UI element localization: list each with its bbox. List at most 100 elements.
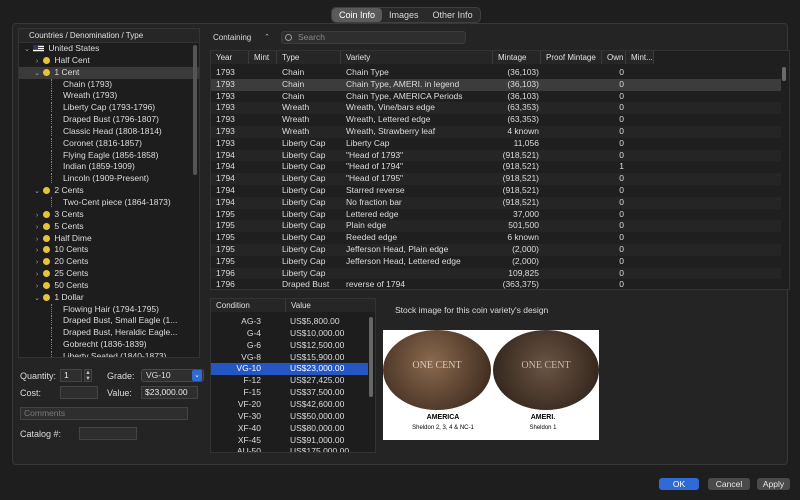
cell-type: Liberty Cap <box>282 220 326 231</box>
cell-mintage: 501,500 <box>508 220 539 231</box>
table-row[interactable]: 1793 Chain Chain Type, AMERI. in legend (36… <box>211 78 781 91</box>
tab-other-info[interactable]: Other Info <box>426 8 480 22</box>
column-header[interactable]: Variety <box>341 51 493 64</box>
table-row[interactable]: 1794 Liberty Cap "Head of 1795" (918,521) 0 <box>211 173 781 185</box>
table-row[interactable]: 1794 Liberty Cap "Head of 1794" (918,521) 1 <box>211 161 781 173</box>
coin-table-scrollbar[interactable] <box>782 67 786 81</box>
tree-item[interactable]: Flowing Hair (1794-1795) <box>19 303 199 316</box>
tree-item[interactable]: › Half Dime <box>19 233 199 245</box>
value-header[interactable]: Value <box>286 299 375 312</box>
table-row[interactable]: 1793 Wreath Wreath, Lettered edge (63,353) 0 <box>211 114 781 126</box>
table-row[interactable]: 1795 Liberty Cap Plain edge 501,500 0 <box>211 220 781 233</box>
column-header[interactable]: Proof Mintage <box>541 51 602 64</box>
table-row[interactable]: 1793 Wreath Wreath, Strawberry leaf 4 known… <box>211 126 781 138</box>
tree-item-label: 2 Cents <box>54 185 84 196</box>
right-coin-text: ONE CENT <box>521 360 571 371</box>
condition-scrollbar[interactable] <box>369 317 373 397</box>
cost-field[interactable] <box>60 386 98 399</box>
column-header[interactable]: Mintage <box>493 51 541 64</box>
condition-row[interactable]: XF-45 US$91,000.00 <box>211 435 368 447</box>
tree-item[interactable]: Gobrecht (1836-1839) <box>19 339 199 351</box>
table-row[interactable]: 1796 Liberty Cap 109,825 0 <box>211 267 781 280</box>
table-row[interactable]: 1793 Wreath Wreath, Vine/bars edge (63,353)… <box>211 102 781 115</box>
tree-item[interactable]: Lincoln (1909-Present) <box>19 173 199 185</box>
tree-item[interactable]: Coronet (1816-1857) <box>19 137 199 150</box>
comments-field[interactable]: Comments <box>20 407 188 420</box>
chevron-down-icon[interactable]: ⌄ <box>192 370 202 381</box>
table-row[interactable]: 1793 Liberty Cap Liberty Cap 11,056 0 <box>211 138 781 150</box>
tree-item[interactable]: ⌄ United States <box>19 43 199 55</box>
tree-item[interactable]: Draped Bust, Heraldic Eagle... <box>19 327 199 339</box>
table-row[interactable]: 1795 Liberty Cap Lettered edge 37,000 0 <box>211 209 781 221</box>
tree-item[interactable]: › 10 Cents <box>19 244 199 256</box>
column-header[interactable]: Mint... <box>626 51 654 64</box>
type-icon <box>51 350 57 357</box>
condition-row[interactable]: AU-50 US$175,000.00 <box>211 446 368 452</box>
tree-item[interactable]: Wreath (1793) <box>19 90 199 102</box>
tree-item[interactable]: ⌄ 2 Cents <box>19 185 199 197</box>
condition-row[interactable]: F-12 US$27,425.00 <box>211 375 368 387</box>
coin-icon <box>43 68 51 76</box>
condition-header[interactable]: Condition <box>211 299 286 312</box>
search-input[interactable]: Search <box>281 31 466 44</box>
tree-item[interactable]: › 25 Cents <box>19 268 199 280</box>
column-header[interactable]: Type <box>277 51 341 64</box>
tree-item-label: 10 Cents <box>54 244 89 255</box>
tree-item[interactable]: ⌄ 1 Cent <box>19 66 199 79</box>
table-row[interactable]: 1793 Chain Chain Type (36,103) 0 <box>211 67 781 79</box>
column-header[interactable]: Mint <box>249 51 277 64</box>
condition-row[interactable]: AG-3 US$5,800.00 <box>211 316 368 328</box>
tree-item[interactable]: Flying Eagle (1856-1858) <box>19 149 199 162</box>
tree-item[interactable]: Liberty Cap (1793-1796) <box>19 102 199 114</box>
tree-item[interactable]: Liberty Seated (1840-1873) <box>19 350 199 357</box>
tree-item[interactable]: ⌄ 1 Dollar <box>19 292 199 304</box>
table-row[interactable]: 1795 Liberty Cap Jefferson Head, Lettered … <box>211 256 781 268</box>
condition-row[interactable]: F-15 US$37,500.00 <box>211 387 368 399</box>
tree-item[interactable]: Draped Bust (1796-1807) <box>19 114 199 126</box>
tree-item[interactable]: › 3 Cents <box>19 209 199 221</box>
table-row[interactable]: 1794 Liberty Cap No fraction bar (918,521) 0 <box>211 196 781 209</box>
tree-item[interactable]: › 5 Cents <box>19 221 199 233</box>
table-row[interactable]: 1795 Liberty Cap Jefferson Head, Plain edg… <box>211 244 781 256</box>
tree-item[interactable]: › Half Cent <box>19 55 199 67</box>
condition-row[interactable]: VF-30 US$50,000.00 <box>211 411 368 423</box>
condition-row[interactable]: VF-20 US$42,600.00 <box>211 399 368 411</box>
condition-row[interactable]: XF-40 US$80,000.00 <box>211 423 368 435</box>
cell-variety: Chain Type, AMERI. in legend <box>346 78 460 89</box>
quantity-field[interactable]: 1 <box>60 369 82 382</box>
tree-item[interactable]: Two-Cent piece (1864-1873) <box>19 196 199 209</box>
column-header[interactable]: Own <box>602 51 626 64</box>
tree-item[interactable]: Chain (1793) <box>19 78 199 91</box>
tree-item[interactable]: Draped Bust, Small Eagle (1... <box>19 315 199 327</box>
containing-select[interactable]: Containing ⌃ <box>210 31 272 44</box>
table-row[interactable]: 1794 Liberty Cap "Head of 1793" (918,521) 0 <box>211 149 781 162</box>
column-header[interactable]: Year <box>211 51 249 64</box>
condition-row[interactable]: VG-10 US$23,000.00 <box>211 363 368 376</box>
coin-icon <box>43 234 51 242</box>
table-row[interactable]: 1793 Chain Chain Type, AMERICA Periods (36,… <box>211 91 781 103</box>
apply-button[interactable]: Apply <box>757 478 790 490</box>
grade-select[interactable]: VG-10 ⌄ <box>141 369 204 382</box>
table-row[interactable]: 1795 Liberty Cap Reeded edge 6 known 0 <box>211 232 781 244</box>
condition-row[interactable]: VG-8 US$15,900.00 <box>211 352 368 364</box>
tab-images[interactable]: Images <box>382 8 426 22</box>
tab-coin-info[interactable]: Coin Info <box>332 8 383 22</box>
tree-item[interactable]: Classic Head (1808-1814) <box>19 125 199 138</box>
ok-button[interactable]: OK <box>659 478 699 490</box>
table-row[interactable]: 1794 Liberty Cap Starred reverse (918,521) 0 <box>211 185 781 197</box>
catalog-field[interactable] <box>79 427 137 440</box>
cell-type: Liberty Cap <box>282 137 326 148</box>
table-row[interactable]: 1796 Draped Bust reverse of 1794 (363,375) 0 <box>211 279 781 289</box>
cancel-button[interactable]: Cancel <box>708 478 750 490</box>
coin-icon <box>43 56 51 64</box>
tree-item-label: Draped Bust, Heraldic Eagle... <box>63 327 178 338</box>
condition-row[interactable]: G-6 US$12,500.00 <box>211 340 368 352</box>
tree-item[interactable]: › 50 Cents <box>19 280 199 292</box>
tree-item[interactable]: Indian (1859-1909) <box>19 161 199 173</box>
condition-row[interactable]: G-4 US$10,000.00 <box>211 328 368 340</box>
tree-scrollbar[interactable] <box>193 45 197 175</box>
cell-mintage: 4 known <box>507 126 539 136</box>
value-field[interactable]: $23,000.00 <box>141 386 198 399</box>
tree-item[interactable]: › 20 Cents <box>19 256 199 268</box>
quantity-stepper[interactable]: ▲ ▼ <box>84 369 92 382</box>
